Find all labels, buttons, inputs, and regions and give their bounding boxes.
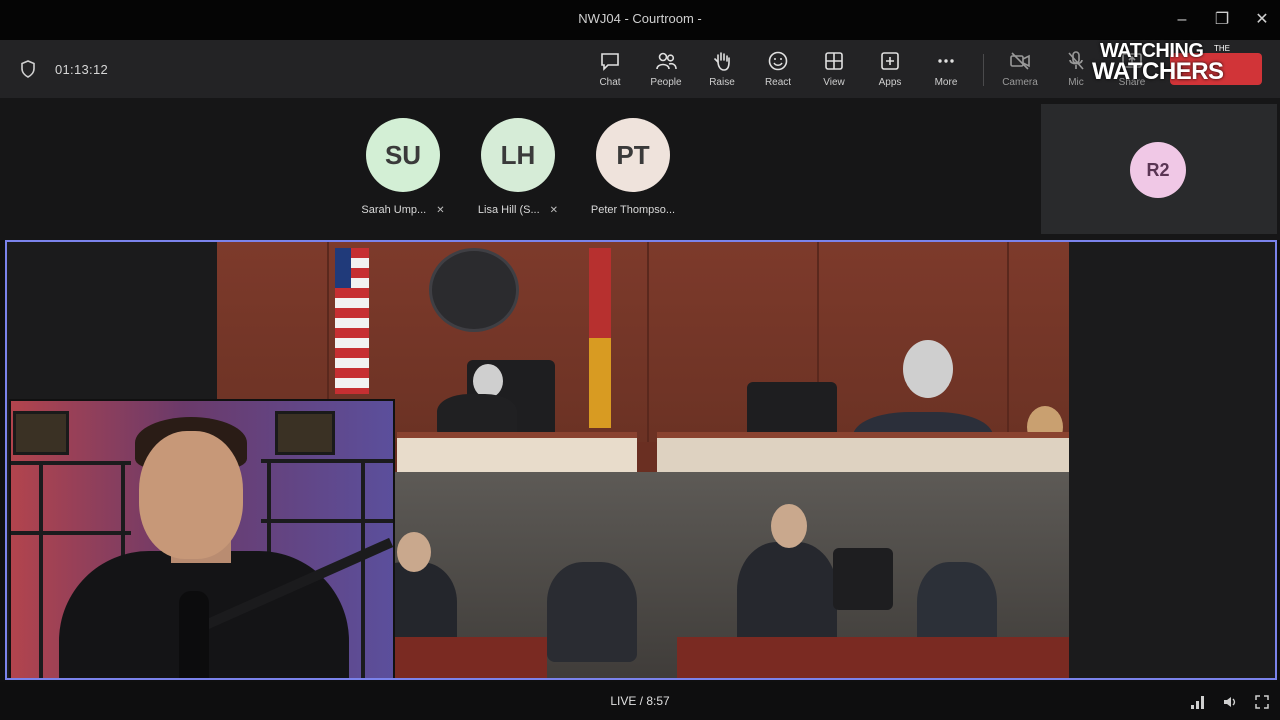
counsel-table (677, 637, 1069, 678)
toolbar-divider (983, 54, 984, 86)
participant-tile[interactable]: LH Lisa Hill (S... ✕ (453, 118, 583, 216)
participant-strip: SU Sarah Ump... ✕ LH Lisa Hill (S... ✕ PT … (0, 98, 1280, 240)
speaker-head (903, 340, 953, 398)
participant-name: Sarah Ump... ✕ (361, 204, 445, 216)
shelf (11, 531, 131, 535)
live-indicator: LIVE / 8:57 (610, 694, 670, 708)
shield-icon (21, 60, 35, 78)
chat-label: Chat (599, 77, 621, 88)
judge-bench (397, 432, 637, 474)
shelf-post (39, 461, 43, 678)
participant-name: Lisa Hill (S... ✕ (477, 204, 559, 216)
people-button[interactable]: People (639, 50, 693, 88)
people-icon (656, 52, 677, 70)
meeting-toolbar: 01:13:12 Chat People Raise React View Ap… (0, 40, 1280, 98)
picture-frame (275, 411, 335, 455)
mic-off-icon (1068, 51, 1084, 70)
flag-canton (335, 248, 351, 288)
muted-mic-icon: ✕ (436, 205, 445, 216)
close-button[interactable]: ✕ (1250, 8, 1274, 32)
shelf (261, 519, 393, 523)
participant-avatar: LH (481, 118, 555, 192)
smiley-icon (768, 51, 788, 71)
apps-plus-icon (881, 52, 899, 70)
participant-tile[interactable]: SU Sarah Ump... ✕ (338, 118, 468, 216)
title-bar: NWJ04 - Courtroom - – ❐ ✕ (0, 0, 1280, 40)
camera-button[interactable]: Camera (993, 50, 1047, 88)
camera-label: Camera (1002, 77, 1038, 88)
grid-view-icon (825, 52, 843, 70)
raise-hand-button[interactable]: Raise (695, 50, 749, 88)
participant-avatar: PT (596, 118, 670, 192)
minimize-button[interactable]: – (1170, 8, 1194, 32)
view-label: View (823, 77, 845, 88)
shelf (261, 459, 393, 463)
podcast-mic (179, 591, 209, 678)
wall-panel-line (1007, 242, 1009, 442)
picture-frame (13, 411, 69, 455)
raise-label: Raise (709, 77, 735, 88)
streamer-webcam-overlay (9, 399, 395, 678)
channel-watermark: WATCHING THE WATCHERS (1090, 40, 1260, 92)
wall-panel-line (647, 242, 649, 442)
more-label: More (934, 77, 958, 88)
watermark-of: THE (1214, 44, 1230, 53)
shelf-post (361, 459, 365, 678)
participant-avatar: SU (366, 118, 440, 192)
state-flag (589, 248, 611, 428)
restore-button[interactable]: ❐ (1210, 8, 1234, 32)
attorney-head (771, 504, 807, 548)
volume-icon[interactable] (1222, 694, 1238, 710)
signal-icon[interactable] (1190, 694, 1206, 710)
view-button[interactable]: View (807, 50, 861, 88)
react-button[interactable]: React (751, 50, 805, 88)
attorney-head (397, 532, 431, 572)
judge-head (473, 364, 503, 398)
more-button[interactable]: More (919, 50, 973, 88)
chat-icon (601, 53, 619, 71)
raise-hand-icon (714, 52, 730, 71)
player-bar: LIVE / 8:57 (0, 682, 1280, 720)
chat-button[interactable]: Chat (583, 50, 637, 88)
side-bench (657, 432, 1069, 472)
apps-label: Apps (878, 77, 902, 88)
streamer-face (139, 431, 243, 559)
chair (833, 548, 893, 610)
window-title: NWJ04 - Courtroom - (578, 11, 702, 26)
muted-mic-icon: ✕ (549, 205, 559, 216)
camera-off-icon (1010, 52, 1030, 70)
apps-button[interactable]: Apps (863, 50, 917, 88)
meeting-timer: 01:13:12 (55, 62, 109, 77)
attorney (547, 562, 637, 662)
main-video-stage[interactable] (5, 240, 1277, 680)
participant-name: Peter Thompso... (590, 204, 676, 216)
us-flag (335, 248, 369, 394)
side-participant-tile[interactable]: R2 (1041, 104, 1277, 234)
participant-tile[interactable]: PT Peter Thompso... (568, 118, 698, 216)
more-dots-icon (938, 59, 954, 63)
fullscreen-icon[interactable] (1254, 694, 1270, 710)
react-label: React (764, 77, 792, 88)
court-seal (429, 248, 519, 332)
watermark-line2: WATCHERS (1092, 58, 1224, 85)
people-label: People (650, 77, 682, 88)
teams-meeting-window: NWJ04 - Courtroom - – ❐ ✕ 01:13:12 Chat … (0, 0, 1280, 720)
side-participant-avatar: R2 (1130, 142, 1186, 198)
shelf (11, 461, 131, 465)
chair (747, 382, 837, 438)
